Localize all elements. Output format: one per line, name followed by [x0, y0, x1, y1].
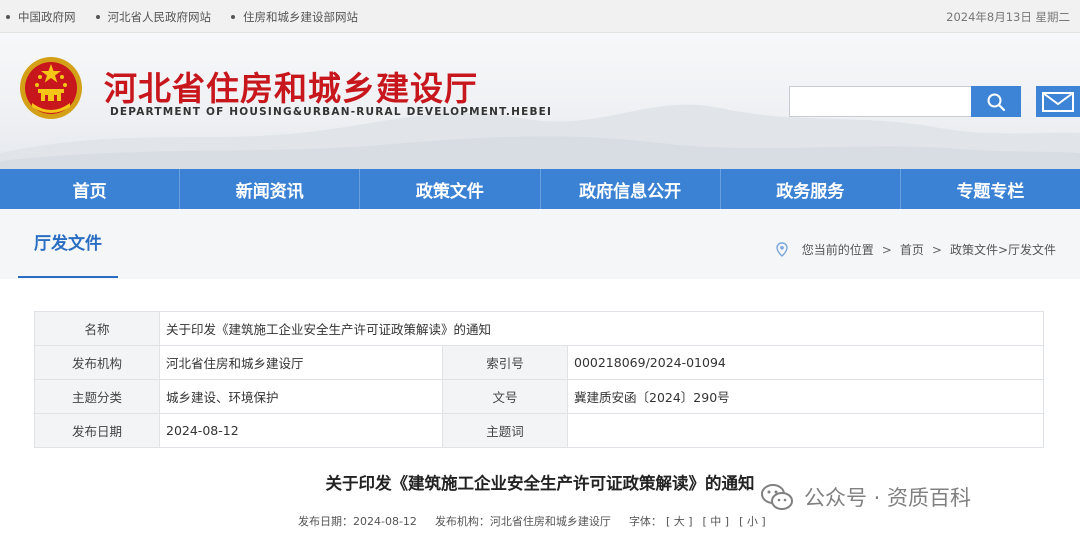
top-link-mohurd[interactable]: 住房和城乡建设部网站	[231, 9, 358, 25]
mail-icon	[1042, 91, 1074, 112]
breadcrumb-home-link[interactable]: 首页	[900, 241, 924, 258]
font-small-button[interactable]: [ 小 ]	[739, 513, 766, 529]
name-label: 名称	[34, 311, 160, 346]
category-label: 主题分类	[34, 379, 160, 414]
top-bar: 中国政府网 河北省人民政府网站 住房和城乡建设部网站 2024年8月13日 星期…	[0, 0, 1080, 33]
breadcrumb-prefix: 您当前的位置	[801, 243, 874, 257]
font-large-button[interactable]: [ 大 ]	[666, 513, 693, 529]
main-nav: 首页 新闻资讯 政策文件 政府信息公开 政务服务 专题专栏	[0, 169, 1080, 209]
search-button[interactable]	[971, 86, 1021, 117]
table-row: 发布机构 河北省住房和城乡建设厅 索引号 000218069/2024-0109…	[34, 345, 1044, 380]
top-link-label: 中国政府网	[18, 10, 76, 24]
document-meta: 发布日期：2024-08-12 发布机构：河北省住房和城乡建设厅 字体： [ 大…	[298, 513, 776, 529]
table-row: 名称 关于印发《建筑施工企业安全生产许可证政策解读》的通知	[34, 311, 1044, 346]
current-date: 2024年8月13日 星期二	[946, 10, 1070, 24]
breadcrumb-path-link[interactable]: 政策文件>厅发文件	[950, 241, 1056, 258]
meta-publisher: 发布机构：河北省住房和城乡建设厅	[434, 515, 611, 528]
location-pin-icon	[776, 242, 788, 257]
wechat-icon	[760, 483, 794, 511]
top-link-gov[interactable]: 中国政府网	[6, 9, 76, 25]
publisher-value: 河北省住房和城乡建设厅	[159, 345, 443, 380]
breadcrumb-separator: >	[881, 242, 892, 257]
font-size-label: 字体：	[628, 515, 662, 528]
top-link-hebei-gov[interactable]: 河北省人民政府网站	[95, 9, 212, 25]
category-value: 城乡建设、环境保护	[159, 379, 443, 414]
publisher-label: 发布机构	[34, 345, 160, 380]
nav-item-topics[interactable]: 专题专栏	[901, 169, 1080, 209]
index-label: 索引号	[442, 345, 568, 380]
date-value: 2024-08-12	[159, 413, 443, 448]
nav-item-news[interactable]: 新闻资讯	[180, 169, 361, 209]
docno-label: 文号	[442, 379, 568, 414]
nav-item-gov-info[interactable]: 政府信息公开	[541, 169, 721, 209]
font-medium-button[interactable]: [ 中 ]	[703, 513, 730, 529]
meta-date: 发布日期：2024-08-12	[298, 515, 417, 528]
site-header: 河北省住房和城乡建设厅 DEPARTMENT OF HOUSING&URBAN-…	[0, 33, 1080, 169]
table-row: 主题分类 城乡建设、环境保护 文号 冀建质安函〔2024〕290号	[34, 379, 1044, 414]
bullet-icon	[6, 15, 10, 19]
nav-item-services[interactable]: 政务服务	[721, 169, 901, 209]
wechat-watermark: 公众号 · 资质百科	[760, 482, 971, 512]
docno-value: 冀建质安函〔2024〕290号	[567, 379, 1044, 414]
table-row: 发布日期 2024-08-12 主题词	[34, 413, 1044, 448]
nav-item-home[interactable]: 首页	[0, 169, 181, 209]
breadcrumb: 您当前的位置 > 首页 > 政策文件>厅发文件	[776, 241, 1056, 258]
date-label: 发布日期	[34, 413, 160, 448]
name-value: 关于印发《建筑施工企业安全生产许可证政策解读》的通知	[159, 311, 1044, 346]
section-title: 厅发文件	[34, 234, 102, 254]
top-link-label: 住房和城乡建设部网站	[243, 10, 358, 24]
nav-item-policy[interactable]: 政策文件	[360, 169, 541, 209]
site-title: 河北省住房和城乡建设厅	[104, 69, 478, 108]
document-info-table: 名称 关于印发《建筑施工企业安全生产许可证政策解读》的通知 发布机构 河北省住房…	[34, 311, 1044, 448]
keyword-value	[567, 413, 1044, 448]
search-input[interactable]	[789, 86, 971, 117]
keyword-label: 主题词	[442, 413, 568, 448]
bullet-icon	[95, 15, 100, 19]
section-underline	[18, 276, 118, 278]
mail-button[interactable]	[1036, 86, 1080, 117]
top-link-label: 河北省人民政府网站	[107, 10, 212, 24]
font-size-options: [ 大 ] [ 中 ] [ 小 ]	[666, 513, 776, 529]
breadcrumb-separator: >	[931, 242, 942, 257]
index-value: 000218069/2024-01094	[567, 345, 1044, 380]
national-emblem-icon	[20, 57, 82, 119]
top-links: 中国政府网 河北省人民政府网站 住房和城乡建设部网站	[6, 9, 378, 25]
site-subtitle: DEPARTMENT OF HOUSING&URBAN-RURAL DEVELO…	[110, 106, 553, 118]
bullet-icon	[231, 15, 235, 19]
search-icon	[987, 93, 1006, 111]
watermark-text: 公众号 · 资质百科	[804, 486, 972, 510]
